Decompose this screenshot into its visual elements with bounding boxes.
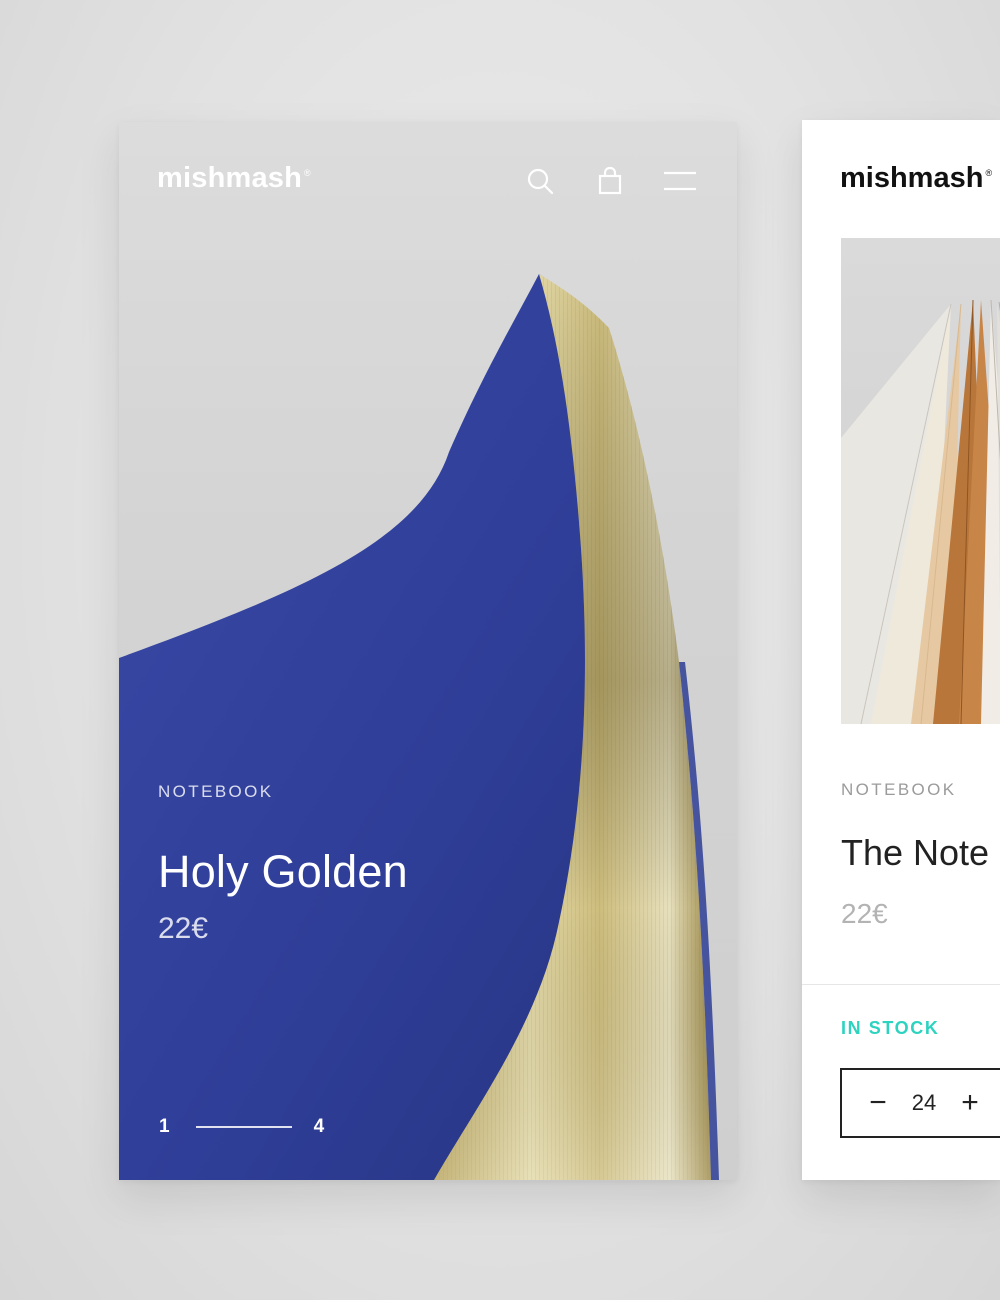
quantity-stepper[interactable]: − 24 +: [840, 1068, 1000, 1138]
menu-icon[interactable]: [663, 166, 697, 196]
section-divider: [802, 984, 1000, 985]
hero-header: mishmash ®: [119, 122, 737, 242]
product-detail-card: mishmash ® NOTEBOOK The Note 22€ IN STOCK…: [802, 120, 1000, 1180]
product-title: The Note: [841, 832, 990, 873]
brand-name: mishmash: [840, 162, 984, 194]
notebook-pages-image: [841, 238, 1000, 724]
product-price: 22€: [158, 912, 209, 945]
minus-icon[interactable]: −: [860, 1088, 896, 1118]
slide-pager[interactable]: 1 4: [159, 1116, 324, 1138]
pager-current: 1: [159, 1116, 170, 1137]
pager-progress-line: [195, 1126, 292, 1128]
product-category: NOTEBOOK: [841, 780, 957, 799]
hero-product-info: NOTEBOOK Holy Golden 22€: [158, 782, 578, 946]
product-category: NOTEBOOK: [158, 782, 274, 801]
plus-icon[interactable]: +: [952, 1088, 988, 1118]
search-icon[interactable]: [525, 166, 555, 196]
stock-status: IN STOCK: [841, 1018, 940, 1038]
bag-icon[interactable]: [595, 166, 625, 196]
brand-registered-mark: ®: [304, 168, 311, 179]
brand-registered-mark: ®: [985, 168, 993, 179]
brand-logo[interactable]: mishmash ®: [157, 162, 311, 195]
brand-logo[interactable]: mishmash ®: [840, 162, 992, 195]
brand-name: mishmash: [157, 162, 303, 194]
pager-total: 4: [313, 1116, 325, 1137]
notebook-hero-image: [119, 274, 719, 1180]
product-price: 22€: [841, 898, 888, 929]
product-title[interactable]: Holy Golden: [158, 846, 578, 898]
product-hero-card[interactable]: mishmash ® NOTEBOOK Holy Golden 22€ 1 4: [119, 122, 737, 1180]
quantity-value[interactable]: 24: [896, 1090, 952, 1116]
